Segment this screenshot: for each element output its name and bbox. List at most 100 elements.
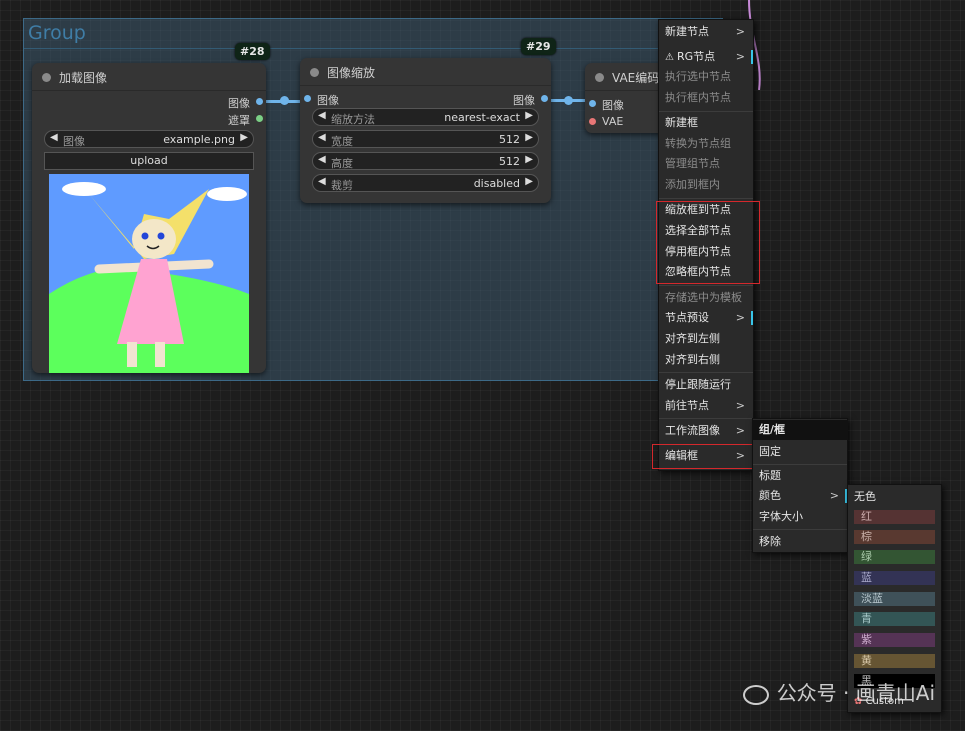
- node-id-badge: #28: [235, 43, 270, 60]
- wechat-icon: [742, 684, 769, 705]
- group-header-divider: [24, 48, 722, 49]
- crop-widget[interactable]: ◀ 裁剪 disabled ▶: [312, 174, 539, 192]
- output-port-image[interactable]: [541, 95, 548, 102]
- arrow-right-icon[interactable]: ▶: [525, 154, 533, 165]
- menu-item-label: 新建节点: [665, 25, 709, 38]
- menu-separator: [753, 464, 847, 465]
- menu-item-new-group[interactable]: 新建框: [659, 113, 753, 133]
- menu-item-title[interactable]: 标题: [753, 466, 847, 486]
- widget-value: disabled: [473, 177, 520, 190]
- arrow-left-icon[interactable]: ◀: [318, 176, 326, 187]
- menu-item-new-node[interactable]: 新建节点 >: [659, 22, 753, 42]
- scale-method-widget[interactable]: ◀ 缩放方法 nearest-exact ▶: [312, 108, 539, 126]
- arrow-left-icon[interactable]: ◀: [50, 132, 58, 143]
- menu-item-rg-nodes[interactable]: ⚠ RG节点 >: [659, 47, 753, 67]
- menu-item-save-as-template[interactable]: 存储选中为模板: [659, 288, 753, 308]
- width-widget[interactable]: ◀ 宽度 512 ▶: [312, 130, 539, 148]
- menu-item-label: 节点预设: [665, 311, 709, 324]
- upload-button[interactable]: upload: [44, 152, 254, 170]
- input-port-image[interactable]: [304, 95, 311, 102]
- highlight-box: [652, 444, 753, 469]
- arrow-left-icon[interactable]: ◀: [318, 110, 326, 121]
- menu-separator: [659, 111, 753, 112]
- node-id-badge: #29: [521, 38, 556, 55]
- arrow-left-icon[interactable]: ◀: [318, 154, 326, 165]
- menu-item-pin[interactable]: 固定: [753, 442, 847, 462]
- widget-label: 裁剪: [331, 179, 353, 192]
- group-title[interactable]: Group: [28, 22, 86, 44]
- arrow-right-icon[interactable]: ▶: [525, 176, 533, 187]
- image-scale-node[interactable]: 图像缩放 图像 图像 ◀ 缩放方法 nearest-exact ▶ ◀ 宽度 5…: [300, 58, 551, 203]
- link-midpoint[interactable]: [280, 96, 289, 105]
- collapse-dot[interactable]: [595, 73, 604, 82]
- chevron-right-icon: >: [735, 399, 745, 412]
- menu-item-go-to-node[interactable]: 前往节点 >: [659, 396, 753, 416]
- menu-item-align-left[interactable]: 对齐到左侧: [659, 329, 753, 349]
- menu-separator: [659, 198, 753, 199]
- load-image-node[interactable]: 加载图像 图像 遮罩 ◀ 图像 example.png ▶ upload: [32, 63, 266, 373]
- input-port-image[interactable]: [589, 100, 596, 107]
- chevron-right-icon: >: [735, 311, 745, 324]
- color-option-brown[interactable]: 棕: [854, 530, 935, 544]
- input-port-vae[interactable]: [589, 118, 596, 125]
- color-option-cyan[interactable]: 青: [854, 612, 935, 626]
- collapse-dot[interactable]: [310, 68, 319, 77]
- menu-separator: [753, 529, 847, 530]
- menu-item-label: 颜色: [759, 489, 781, 502]
- menu-item-workflow-image[interactable]: 工作流图像 >: [659, 421, 753, 441]
- node-title: 加载图像: [59, 71, 108, 85]
- menu-item-convert-to-group-node[interactable]: 转换为节点组: [659, 134, 753, 154]
- input-label-image: 图像: [317, 94, 339, 107]
- widget-label: 图像: [63, 135, 85, 148]
- link-midpoint[interactable]: [564, 96, 573, 105]
- widget-label: 缩放方法: [331, 113, 375, 126]
- height-widget[interactable]: ◀ 高度 512 ▶: [312, 152, 539, 170]
- menu-item-remove[interactable]: 移除: [753, 532, 847, 552]
- widget-label: 高度: [331, 157, 353, 170]
- color-option-purple[interactable]: 紫: [854, 633, 935, 647]
- submenu-header: 组/框: [753, 420, 847, 440]
- chevron-right-icon: >: [829, 489, 839, 502]
- collapse-dot[interactable]: [42, 73, 51, 82]
- arrow-right-icon[interactable]: ▶: [525, 110, 533, 121]
- color-option-red[interactable]: 红: [854, 510, 935, 524]
- widget-value: nearest-exact: [444, 111, 520, 124]
- arrow-left-icon[interactable]: ◀: [318, 132, 326, 143]
- rg-logo-icon: ⚠: [665, 52, 674, 63]
- menu-item-stop-follow-execution[interactable]: 停止跟随运行: [659, 375, 753, 395]
- node-title: 图像缩放: [327, 66, 376, 80]
- color-option-green[interactable]: 绿: [854, 550, 935, 564]
- menu-item-color[interactable]: 颜色 >: [753, 486, 847, 506]
- image-preview: [49, 174, 249, 373]
- color-option-blue[interactable]: 蓝: [854, 571, 935, 585]
- menu-separator: [659, 285, 753, 286]
- menu-item-run-selected[interactable]: 执行选中节点: [659, 67, 753, 87]
- menu-item-font-size[interactable]: 字体大小: [753, 507, 847, 527]
- output-label-image: 图像: [513, 94, 535, 107]
- image-combo-widget[interactable]: ◀ 图像 example.png ▶: [44, 130, 254, 148]
- menu-item-label: 工作流图像: [665, 424, 720, 437]
- node-header[interactable]: 加载图像: [32, 63, 266, 91]
- output-port-mask[interactable]: [256, 115, 263, 122]
- arrow-right-icon[interactable]: ▶: [240, 132, 248, 143]
- chevron-right-icon: >: [735, 25, 745, 38]
- menu-item-run-in-group[interactable]: 执行框内节点: [659, 88, 753, 108]
- output-port-image[interactable]: [256, 98, 263, 105]
- menu-separator: [659, 372, 753, 373]
- menu-item-add-to-group[interactable]: 添加到框内: [659, 175, 753, 195]
- color-option-none[interactable]: 无色: [848, 487, 941, 507]
- edit-group-submenu: 组/框 固定 标题 颜色 > 字体大小 移除: [752, 418, 848, 553]
- output-label-mask: 遮罩: [228, 114, 250, 127]
- arrow-right-icon[interactable]: ▶: [525, 132, 533, 143]
- watermark-text: 公众号 · 画青山Ai: [776, 681, 935, 705]
- menu-item-align-right[interactable]: 对齐到右侧: [659, 350, 753, 370]
- color-option-light-blue[interactable]: 淡蓝: [854, 592, 935, 606]
- menu-item-manage-group-nodes[interactable]: 管理组节点: [659, 154, 753, 174]
- menu-item-node-presets[interactable]: 节点预设 >: [659, 308, 753, 328]
- menu-item-label: RG节点: [676, 50, 716, 63]
- node-header[interactable]: 图像缩放: [300, 58, 551, 86]
- color-option-yellow[interactable]: 黄: [854, 654, 935, 668]
- widget-value: example.png: [163, 133, 235, 146]
- menu-item-label: 前往节点: [665, 399, 709, 412]
- submenu-accent: [751, 311, 753, 325]
